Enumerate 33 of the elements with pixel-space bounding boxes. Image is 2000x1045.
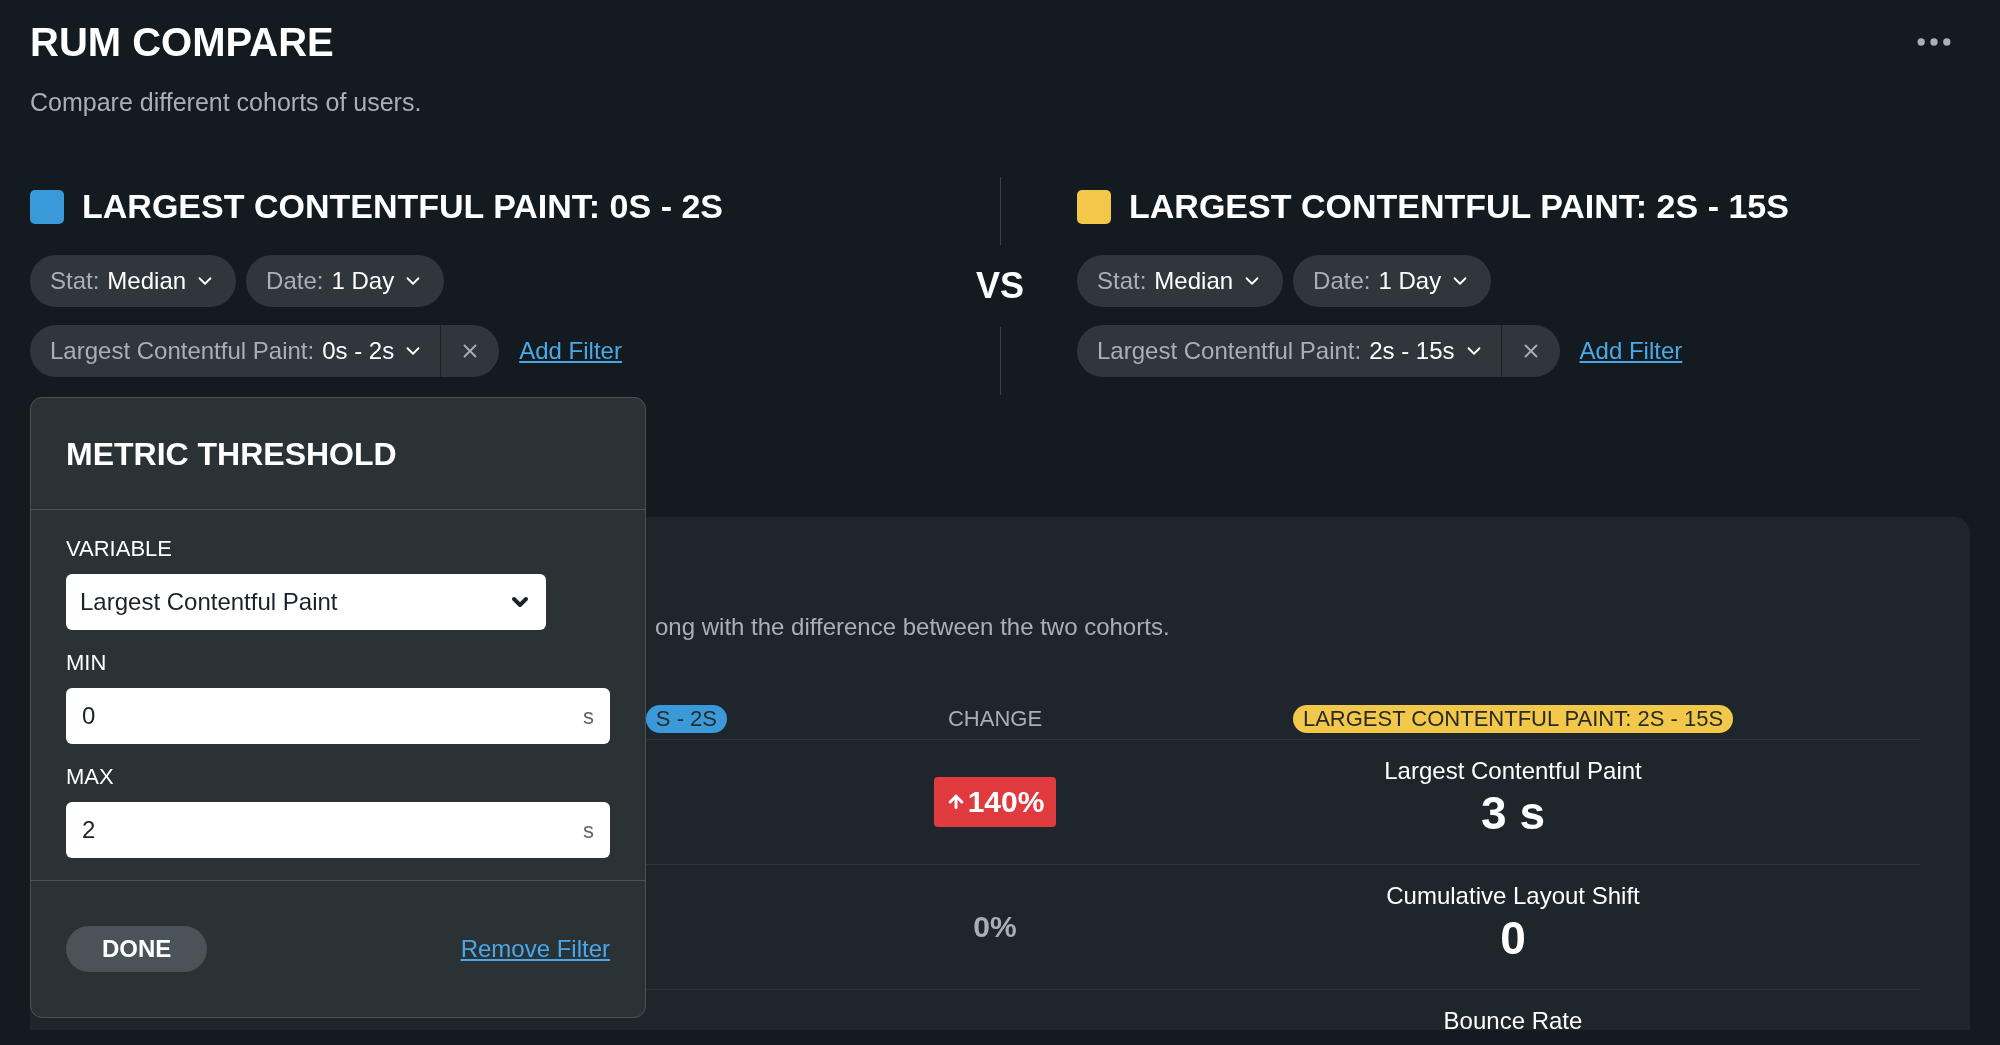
field-label: VARIABLE [66, 535, 172, 563]
popover-title: METRIC THRESHOLD [66, 434, 397, 474]
field-label: MIN [66, 649, 107, 677]
filter-dropdown[interactable]: Largest Contentful Paint: 0s - 2s [30, 324, 441, 377]
metric-value: 0 [1500, 910, 1526, 965]
cohort-title: LARGEST CONTENTFUL PAINT: 2S - 15S [1129, 186, 1789, 227]
change-badge: 140% [933, 776, 1057, 827]
vs-label: VS [976, 263, 1024, 308]
filter-dropdown[interactable]: Largest Contentful Paint: 2s - 15s [1077, 324, 1501, 377]
cohort-badge: S - 2S [645, 704, 727, 733]
field-label: MAX [66, 763, 114, 791]
metric-label: Bounce Rate [1443, 1005, 1583, 1030]
metric-label: Cumulative Layout Shift [1386, 880, 1640, 911]
min-input[interactable]: 0 s [66, 688, 610, 744]
comparison-description: ong with the difference between the two cohorts. [655, 611, 1170, 642]
add-filter-link[interactable]: Add Filter [1579, 332, 1683, 369]
metric-label: Largest Contentful Paint [1384, 755, 1642, 786]
stat-dropdown[interactable]: Stat: Median [30, 254, 237, 307]
add-filter-link[interactable]: Add Filter [519, 332, 622, 369]
variable-select[interactable]: Largest Contentful Paint [66, 574, 546, 630]
column-header: CHANGE [947, 704, 1043, 733]
date-dropdown[interactable]: Date: 1 Day [1293, 254, 1492, 307]
page-subtitle: Compare different cohorts of users. [30, 87, 422, 118]
change-value: 0% [973, 909, 1017, 945]
stat-dropdown[interactable]: Stat: Median [1077, 254, 1284, 307]
page-title: RUM COMPARE [30, 19, 334, 66]
date-dropdown[interactable]: Date: 1 Day [246, 254, 445, 307]
metric-value: 3 s [1481, 785, 1545, 840]
cohort-title: LARGEST CONTENTFUL PAINT: 0S - 2S [82, 186, 723, 227]
done-button[interactable]: DONE [66, 926, 208, 972]
cohort-badge: LARGEST CONTENTFUL PAINT: 2S - 15S [1292, 704, 1734, 733]
max-input[interactable]: 2 s [66, 802, 610, 858]
remove-filter-link[interactable]: Remove Filter [460, 931, 610, 967]
